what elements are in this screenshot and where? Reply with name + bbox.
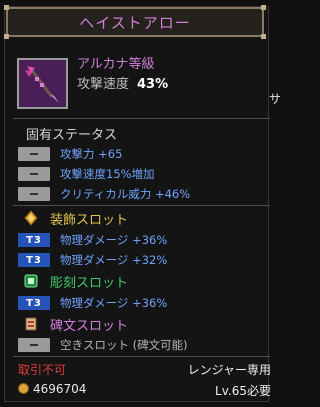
tier-badge: T3 [18,296,50,310]
item-rarity: アルカナ等級 [77,57,155,72]
unique-stat-text: 攻撃力 +65 [60,147,123,161]
unique-stat-row: 攻撃力 +65 [18,146,122,162]
ornament-stat-row: T3 物理ダメージ +36% [18,232,167,248]
gold-coin-icon [18,383,29,394]
engrave-slot-title: 彫刻スロット [50,275,129,291]
ornament-slot-header: 装飾スロット [22,209,129,228]
engrave-slot-icon [22,272,40,290]
ornament-stat-text: 物理ダメージ +32% [60,253,168,267]
monument-slot-header: 碑文スロット [22,315,129,334]
class-requirement: レンジャー専用 [187,363,271,377]
engrave-stat-text: 物理ダメージ +36% [60,296,168,310]
ornament-slot-icon [22,209,40,227]
item-name: ヘイストアロー [79,13,191,32]
unique-stat-text: クリティカル威力 +46% [60,187,191,201]
ornament-stat-text: 物理ダメージ +36% [60,233,168,247]
dash-badge-icon [18,167,50,181]
engrave-slot-header: 彫刻スロット [22,272,129,291]
frame-corner [261,5,266,10]
footer-trade-row: 取引不可 レンジャー専用 [18,361,271,378]
item-name-bar: ヘイストアロー [4,5,266,39]
dash-badge-icon [18,147,50,161]
tier-badge: T3 [18,233,50,247]
attack-speed-value: 43% [137,77,169,92]
unique-stat-text: 攻撃速度15%増加 [60,167,155,181]
divider [13,205,270,206]
engrave-stat-row: T3 物理ダメージ +36% [18,295,167,311]
monument-stat-row: 空きスロット (碑文可能) [18,337,188,353]
unique-stat-row: 攻撃速度15%増加 [18,166,155,182]
ornament-stat-row: T3 物理ダメージ +32% [18,252,167,268]
cutoff-side-text: サ [268,92,281,106]
empty-slot-text: 空きスロット (碑文可能) [60,338,188,352]
gold-amount: 4696704 [33,382,87,396]
ornament-slot-title: 装飾スロット [50,212,129,228]
frame-corner [4,5,9,10]
unique-stat-row: クリティカル威力 +46% [18,186,190,202]
attack-speed-row: 攻撃速度 43% [77,73,168,92]
monument-slot-title: 碑文スロット [50,318,129,334]
tier-badge: T3 [18,253,50,267]
attack-speed-label: 攻撃速度 [77,77,130,92]
footer-price-row: 4696704 Lv.65必要 [18,382,271,398]
frame-corner [261,34,266,39]
dash-badge-icon [18,338,50,352]
arrow-item-icon [17,58,68,109]
frame-corner [4,34,9,39]
no-trade-label: 取引不可 [18,363,67,377]
divider [13,118,270,119]
unique-stats-title: 固有ステータス [26,128,118,143]
monument-slot-icon [22,315,40,333]
level-requirement: Lv.65必要 [215,384,271,398]
divider [13,356,270,357]
dash-badge-icon [18,187,50,201]
